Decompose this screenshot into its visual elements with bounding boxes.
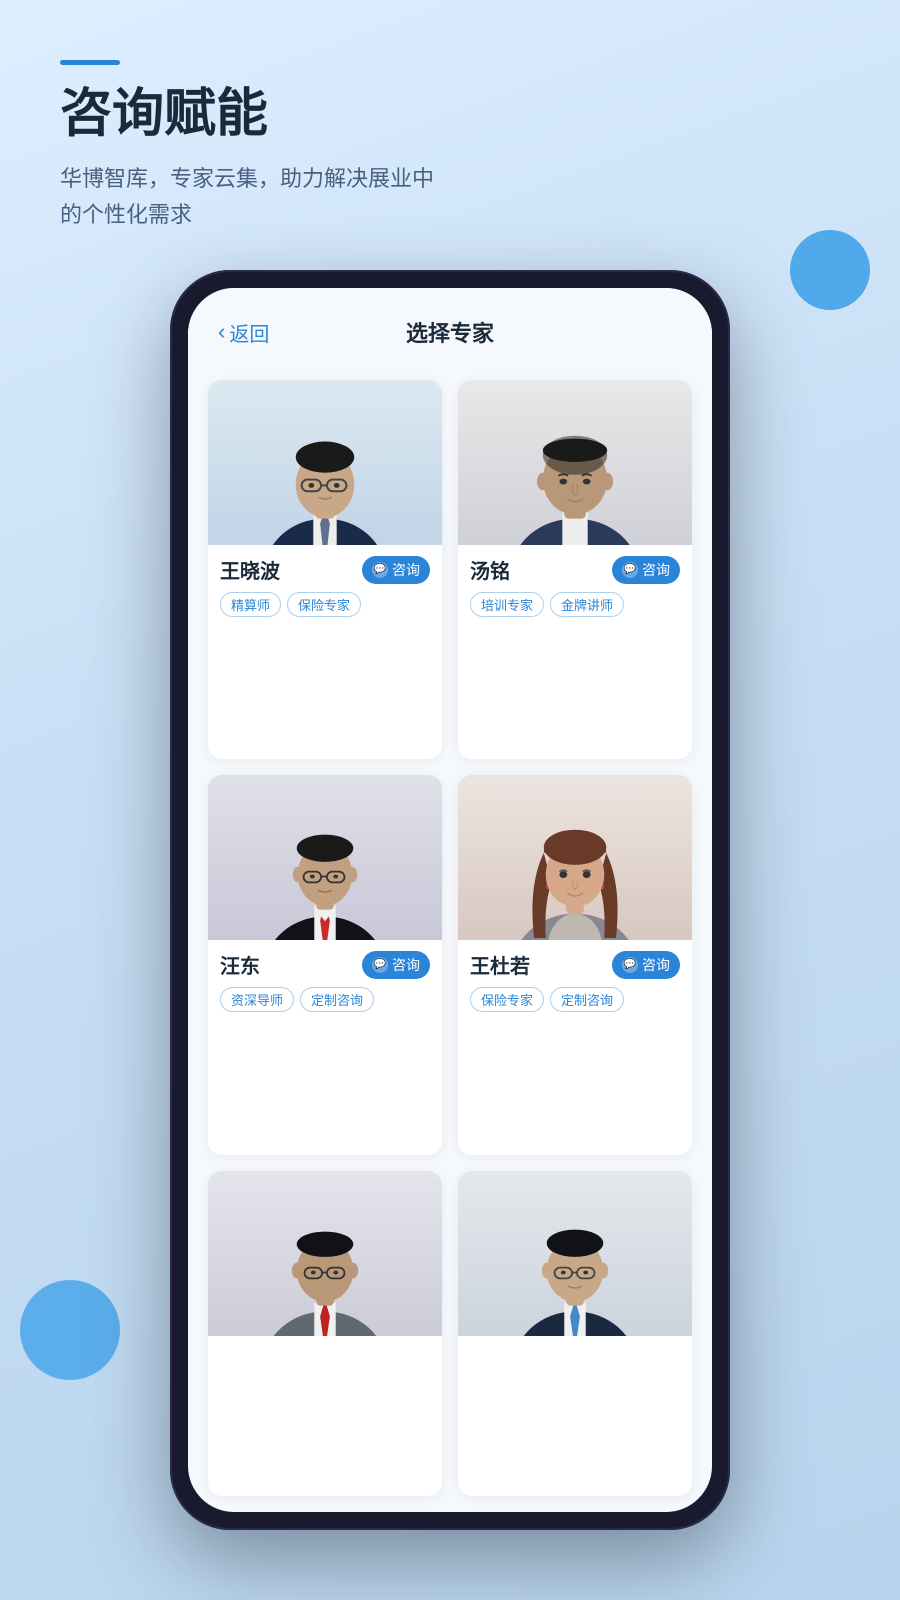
expert-card-5	[208, 1171, 442, 1496]
expert-tags: 精算师 保险专家	[220, 592, 430, 617]
expert-photo-wang-xiaobo	[208, 380, 442, 545]
tag-jinpai: 金牌讲师	[550, 592, 624, 617]
tag-baoxian: 保险专家	[287, 592, 361, 617]
tag-peixun: 培训专家	[470, 592, 544, 617]
chat-icon: 💬	[622, 562, 638, 578]
expert-photo-wang-dong	[208, 775, 442, 940]
header-accent-bar	[60, 60, 120, 65]
consult-button-wang-xiaobo[interactable]: 💬 咨询	[362, 556, 430, 584]
expert-card-wang-dong: 汪东 💬 咨询 资深导师 定制咨询	[208, 775, 442, 1154]
expert-tags: 培训专家 金牌讲师	[470, 592, 680, 617]
app-content: ‹ 返回 选择专家	[188, 288, 712, 1512]
expert-info-5	[208, 1336, 442, 1366]
phone-screen: ‹ 返回 选择专家	[188, 288, 712, 1512]
chat-icon: 💬	[622, 957, 638, 973]
header-section: 咨询赋能 华博智库，专家云集，助力解决展业中的个性化需求	[60, 60, 840, 232]
expert-info-wang-duruo: 王杜若 💬 咨询 保险专家 定制咨询	[458, 940, 692, 1024]
expert-photo-5	[208, 1171, 442, 1336]
expert-card-wang-xiaobo: 王晓波 💬 咨询 精算师 保险专家	[208, 380, 442, 759]
expert-card-6	[458, 1171, 692, 1496]
expert-photo-tang-ming	[458, 380, 692, 545]
back-label: 返回	[229, 318, 269, 347]
expert-name-row: 王晓波 💬 咨询	[220, 555, 430, 584]
expert-info-tang-ming: 汤铭 💬 咨询 培训专家 金牌讲师	[458, 545, 692, 629]
deco-circle-top	[790, 230, 870, 310]
chat-icon: 💬	[372, 562, 388, 578]
expert-name: 汤铭	[470, 555, 510, 584]
expert-name: 汪东	[220, 950, 260, 979]
consult-label: 咨询	[642, 560, 670, 580]
expert-info-wang-dong: 汪东 💬 咨询 资深导师 定制咨询	[208, 940, 442, 1024]
consult-button-wang-dong[interactable]: 💬 咨询	[362, 951, 430, 979]
nav-back-button[interactable]: ‹ 返回	[218, 318, 269, 347]
consult-button-tang-ming[interactable]: 💬 咨询	[612, 556, 680, 584]
consult-label: 咨询	[642, 955, 670, 975]
expert-info-wang-xiaobo: 王晓波 💬 咨询 精算师 保险专家	[208, 545, 442, 629]
expert-name: 王杜若	[470, 950, 530, 979]
expert-tags: 资深导师 定制咨询	[220, 987, 430, 1012]
consult-button-wang-duruo[interactable]: 💬 咨询	[612, 951, 680, 979]
deco-circle-bottom	[20, 1280, 120, 1380]
page-subtitle: 华博智库，专家云集，助力解决展业中的个性化需求	[60, 161, 840, 231]
tag-zishen: 资深导师	[220, 987, 294, 1012]
page-title: 咨询赋能	[60, 83, 840, 145]
phone-mockup: ‹ 返回 选择专家	[170, 270, 730, 1530]
tag-dingzhi2: 定制咨询	[550, 987, 624, 1012]
expert-photo-6	[458, 1171, 692, 1336]
expert-card-wang-duruo: 王杜若 💬 咨询 保险专家 定制咨询	[458, 775, 692, 1154]
consult-label: 咨询	[392, 955, 420, 975]
expert-card-tang-ming: 汤铭 💬 咨询 培训专家 金牌讲师	[458, 380, 692, 759]
chevron-left-icon: ‹	[218, 319, 225, 345]
consult-label: 咨询	[392, 560, 420, 580]
expert-name: 王晓波	[220, 555, 280, 584]
expert-grid: 王晓波 💬 咨询 精算师 保险专家	[188, 364, 712, 1512]
expert-info-6	[458, 1336, 692, 1366]
expert-tags: 保险专家 定制咨询	[470, 987, 680, 1012]
chat-icon: 💬	[372, 957, 388, 973]
tag-baoxian2: 保险专家	[470, 987, 544, 1012]
nav-title: 选择专家	[406, 316, 494, 348]
expert-name-row: 王杜若 💬 咨询	[470, 950, 680, 979]
phone-body: ‹ 返回 选择专家	[170, 270, 730, 1530]
expert-name-row: 汪东 💬 咨询	[220, 950, 430, 979]
expert-name-row: 汤铭 💬 咨询	[470, 555, 680, 584]
tag-dingzhi: 定制咨询	[300, 987, 374, 1012]
expert-photo-wang-duruo	[458, 775, 692, 940]
tag-jingsuan: 精算师	[220, 592, 281, 617]
nav-bar: ‹ 返回 选择专家	[188, 288, 712, 364]
